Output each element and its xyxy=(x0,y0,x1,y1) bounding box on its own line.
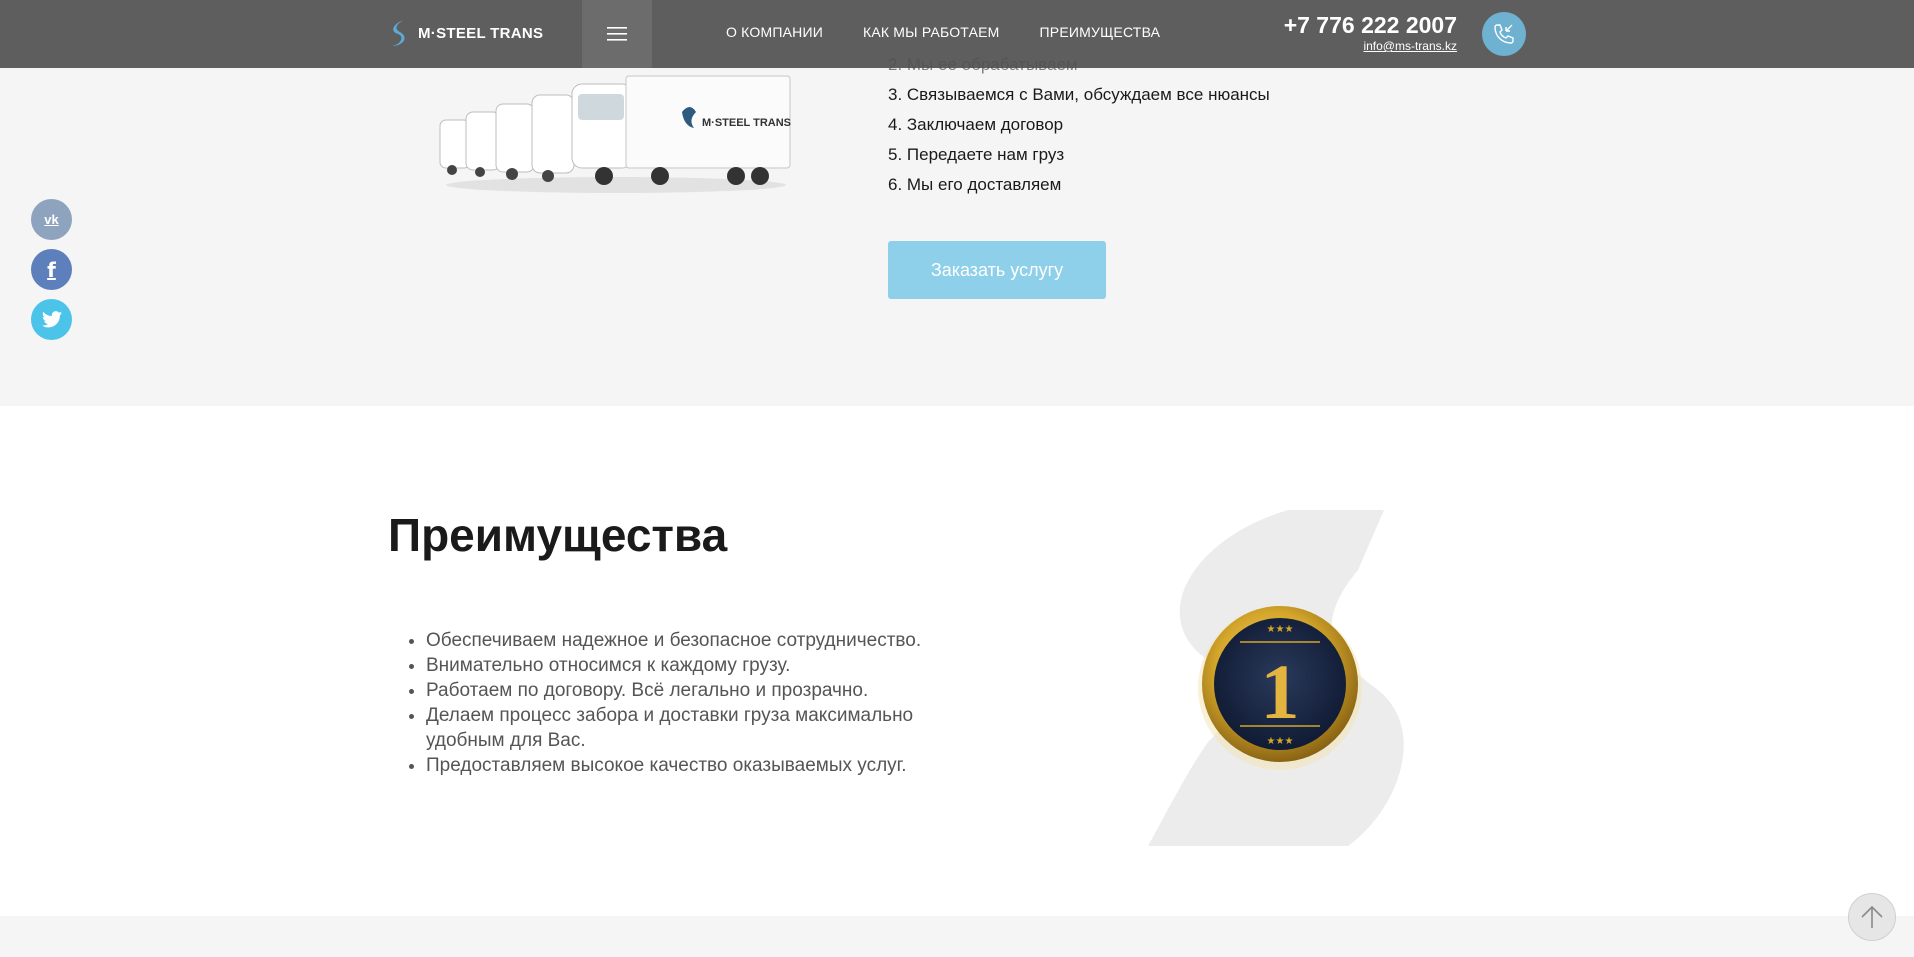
phone-callback-icon xyxy=(1494,24,1514,44)
nav-item-how-we-work[interactable]: КАК МЫ РАБОТАЕМ xyxy=(863,24,1000,40)
phone-number[interactable]: +7 776 222 2007 xyxy=(1284,12,1457,39)
main-nav: О КОМПАНИИ КАК МЫ РАБОТАЕМ ПРЕИМУЩЕСТВА xyxy=(726,24,1160,40)
facebook-icon: f xyxy=(47,257,56,282)
menu-button[interactable] xyxy=(582,0,652,68)
step-item: 5. Передаете нам груз xyxy=(888,145,1065,164)
email-link[interactable]: info@ms-trans.kz xyxy=(1363,39,1457,53)
twitter-button[interactable] xyxy=(31,299,72,340)
truck-logo-text: M·STEEL TRANS xyxy=(702,117,791,129)
logo-icon xyxy=(392,20,405,46)
advantage-item: Обеспечиваем надежное и безопасное сотру… xyxy=(426,628,986,653)
advantage-item: Делаем процесс забора и доставки груза м… xyxy=(426,703,986,753)
svg-text:★★★: ★★★ xyxy=(1267,736,1294,747)
vk-icon: vk xyxy=(44,212,59,227)
step-item: 6. Мы его доставляем xyxy=(888,175,1062,194)
scroll-to-top-button[interactable] xyxy=(1848,893,1896,941)
twitter-icon xyxy=(41,311,62,328)
step-item: 3. Связываемся с Вами, обсуждаем все нюа… xyxy=(888,85,1270,104)
site-header: M·STEEL TRANS О КОМПАНИИ КАК МЫ РАБОТАЕМ… xyxy=(0,0,1914,68)
arrow-up-icon xyxy=(1861,905,1883,928)
callback-button[interactable] xyxy=(1482,12,1526,56)
order-service-button[interactable]: Заказать услугу xyxy=(888,241,1106,299)
next-section-strip xyxy=(0,916,1914,957)
first-place-medal-image: ★★★ ★★★ 1 xyxy=(1148,510,1404,846)
vk-button[interactable]: vk xyxy=(31,199,72,240)
logo-text: M·STEEL TRANS xyxy=(418,24,544,42)
nav-item-about[interactable]: О КОМПАНИИ xyxy=(726,24,823,40)
logo[interactable]: M·STEEL TRANS xyxy=(388,18,543,48)
advantages-title: Преимущества xyxy=(388,509,728,561)
step-item: 4. Заключаем договор xyxy=(888,115,1064,134)
advantage-item: Внимательно относимся к каждому грузу. xyxy=(426,653,986,678)
advantages-list: Обеспечиваем надежное и безопасное сотру… xyxy=(404,628,986,778)
nav-item-advantages[interactable]: ПРЕИМУЩЕСТВА xyxy=(1040,24,1161,40)
medal-number: 1 xyxy=(1261,648,1300,735)
facebook-button[interactable]: f xyxy=(31,249,72,290)
advantage-item: Работаем по договору. Всё легально и про… xyxy=(426,678,986,703)
hamburger-icon xyxy=(607,27,627,41)
trucks-image: M·STEEL TRANS xyxy=(439,75,791,193)
svg-text:★★★: ★★★ xyxy=(1267,624,1294,635)
advantage-item: Предоставляем высокое качество оказываем… xyxy=(426,753,986,778)
steps-list: 2. Мы ее обрабатываем 3. Связываемся с В… xyxy=(888,50,1270,200)
